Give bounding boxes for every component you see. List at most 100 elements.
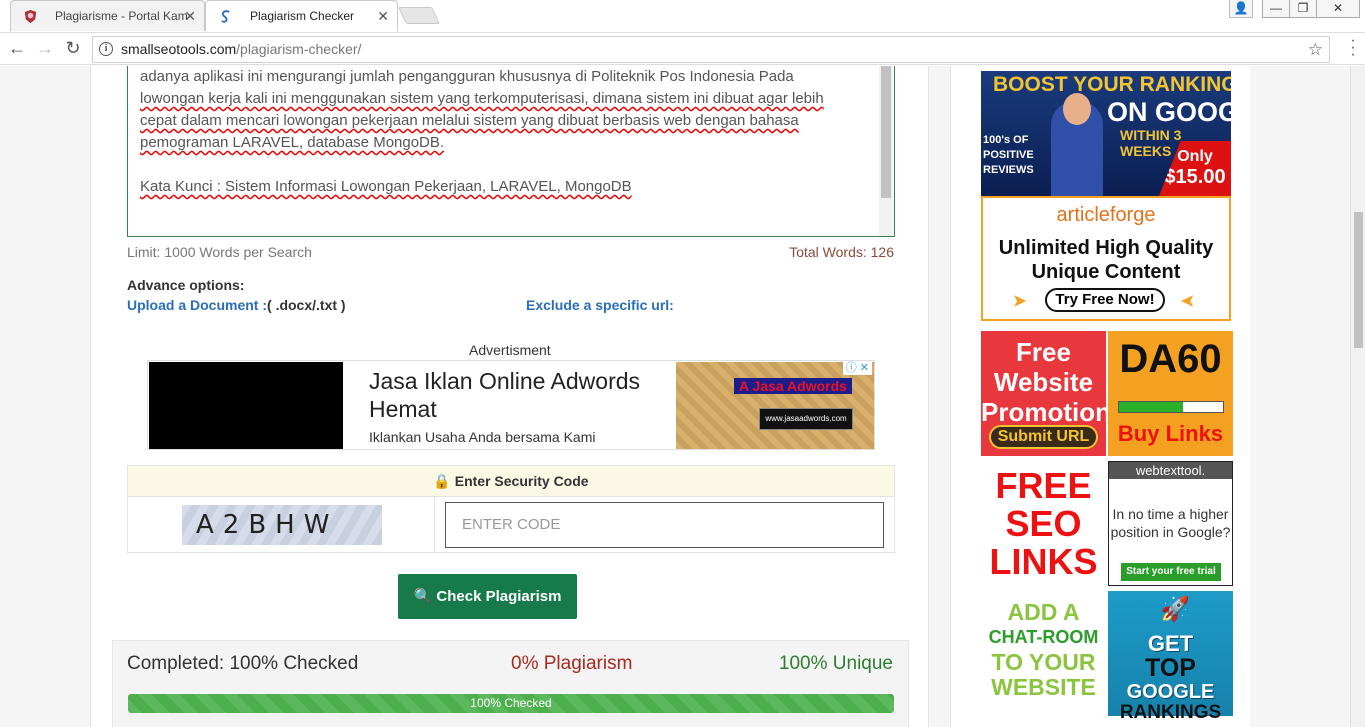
results-panel: Completed: 100% Checked 0% Plagiarism 10…: [112, 640, 909, 727]
tab-title: Plagiarisme - Portal Kam: [55, 9, 188, 23]
tab-strip: Plagiarisme - Portal Kam ✕ Plagiarism Ch…: [0, 0, 1365, 32]
total-words-label: Total Words: 126: [789, 244, 894, 260]
lock-icon: 🔒: [433, 473, 451, 489]
url-text: smallseotools.com/plagiarism-checker/: [121, 41, 362, 57]
ad-line: WEBSITE: [991, 674, 1096, 700]
shield-icon: [24, 9, 37, 24]
back-arrow-icon[interactable]: ←: [6, 37, 28, 59]
profile-icon[interactable]: 👤: [1229, 0, 1253, 18]
ad-banner[interactable]: Jasa Iklan Online Adwords Hemat Iklankan…: [147, 360, 875, 450]
man-head: [1063, 93, 1091, 125]
ad-heading: Unlimited High Quality Unique Content: [998, 237, 1214, 283]
ad-top-google-rankings[interactable]: 🚀 GET TOP GOOGLE RANKINGS: [1108, 591, 1233, 723]
smallseotools-logo-icon: [221, 10, 230, 23]
close-window-button[interactable]: ✕: [1316, 0, 1360, 18]
sidebar-ads: BOOST YOUR RANKING ON GOOGLE WITHIN 3 WE…: [950, 66, 1250, 727]
address-bar[interactable]: i smallseotools.com/plagiarism-checker/ …: [92, 36, 1330, 63]
ad-chat-room[interactable]: ADD A CHAT-ROOM TO YOUR WEBSITE: [981, 596, 1106, 721]
ad-boost-ranking[interactable]: BOOST YOUR RANKING ON GOOGLE WITHIN 3 WE…: [981, 71, 1231, 196]
forward-arrow-icon[interactable]: →: [34, 37, 56, 59]
try-free-button[interactable]: Try Free Now!: [1045, 288, 1165, 312]
upload-document-link[interactable]: Upload a Document :( .docx/.txt ): [127, 297, 346, 313]
security-code-input[interactable]: ENTER CODE: [445, 502, 884, 548]
advertisement-label: Advertisment: [469, 342, 551, 358]
ad-line: GET: [1147, 631, 1194, 656]
close-tab-icon[interactable]: ✕: [377, 1, 389, 31]
ad-line: 100's OF POSITIVE REVIEWS: [983, 134, 1034, 176]
text-line: adanya aplikasi ini mengurangi jumlah pe…: [140, 68, 794, 85]
browser-menu-icon[interactable]: · · ·: [1347, 33, 1359, 63]
search-icon: 🔍: [413, 588, 433, 605]
advance-options-label: Advance options:: [127, 277, 245, 293]
info-icon[interactable]: i: [99, 42, 113, 56]
reload-icon[interactable]: ↻: [62, 37, 84, 59]
plagiarism-percent: 0% Plagiarism: [511, 653, 633, 674]
main-content: adanya aplikasi ini mengurangi jumlah pe…: [90, 66, 929, 727]
buy-links-label: Buy Links: [1117, 421, 1224, 446]
page-viewport: adanya aplikasi ini mengurangi jumlah pe…: [0, 66, 1350, 727]
new-tab-button[interactable]: [398, 7, 440, 24]
progress-bar: 100% Checked: [128, 694, 894, 713]
articleforge-logo: articleforge: [1056, 204, 1156, 226]
ad-line: TO YOUR: [991, 649, 1096, 675]
textarea-scrollbar[interactable]: [879, 66, 893, 236]
minimize-button[interactable]: —: [1262, 0, 1290, 18]
page-scrollbar[interactable]: [1350, 66, 1365, 727]
text-line: pemograman LARAVEL, database MongoDB.: [140, 134, 445, 151]
ad-body: In no time a higher position in Google?: [1110, 506, 1231, 540]
unique-percent: 100% Unique: [778, 653, 893, 674]
rocket-icon: 🚀: [1160, 596, 1190, 623]
tab-plagiarisme-portal[interactable]: Plagiarisme - Portal Kam ✕: [10, 0, 205, 31]
ad-line: GOOGLE: [1126, 681, 1215, 703]
restore-button[interactable]: ❐: [1289, 0, 1317, 18]
start-trial-button[interactable]: Start your free trial: [1121, 563, 1221, 581]
ad-heading: FREE SEO LINKS: [989, 465, 1098, 582]
ad-free-seo-links[interactable]: FREE SEO LINKS: [981, 461, 1106, 586]
ad-webtexttool[interactable]: webtexttool. In no time a higher positio…: [1108, 461, 1233, 586]
text-input-area[interactable]: adanya aplikasi ini mengurangi jumlah pe…: [127, 66, 895, 237]
text-line: cepat dalam mencari lowongan pekerjaan m…: [140, 112, 799, 129]
submit-url-button[interactable]: Submit URL: [989, 425, 1098, 449]
tab-title: Plagiarism Checker: [250, 9, 355, 23]
text-line: lowongan kerja kali ini menggunakan sist…: [140, 90, 824, 107]
ad-line: ON GOOGLE: [1107, 97, 1231, 127]
webtexttool-brand: webtexttool.: [1109, 462, 1232, 479]
ad-logo: A Jasa Adwords: [734, 378, 852, 394]
security-heading: 🔒 Enter Security Code: [128, 466, 894, 497]
textarea-scroll-thumb[interactable]: [881, 66, 891, 198]
word-limit-label: Limit: 1000 Words per Search: [127, 244, 312, 260]
da-meter: [1118, 401, 1224, 413]
ad-articleforge[interactable]: articleforge Unlimited High Quality Uniq…: [981, 196, 1231, 321]
ad-image: A Jasa Adwords www.jasaadwords.com: [676, 362, 874, 449]
page-scroll-thumb[interactable]: [1354, 212, 1363, 348]
ad-free-website-promotion[interactable]: Free Website Promotion Submit URL: [981, 331, 1111, 456]
exclude-url-link[interactable]: Exclude a specific url:: [526, 297, 674, 313]
browser-toolbar: ← → ↻ i smallseotools.com/plagiarism-che…: [0, 32, 1365, 65]
check-plagiarism-button[interactable]: 🔍 Check Plagiarism: [398, 574, 577, 619]
security-code-panel: 🔒 Enter Security Code A2BHW ENTER CODE: [127, 465, 895, 553]
ad-line: ADD A: [1007, 599, 1080, 625]
divider: [434, 497, 435, 553]
arrow-left-icon: ➤: [1181, 293, 1195, 310]
adchoices-icon[interactable]: ⓘ ✕: [842, 362, 872, 375]
ad-line: TOP: [1145, 654, 1196, 682]
ad-image-dark: [149, 362, 343, 449]
tab-plagiarism-checker[interactable]: Plagiarism Checker ✕: [205, 0, 398, 31]
ad-line: CHAT-ROOM: [988, 627, 1099, 647]
ad-heading: Free Website Promotion: [981, 337, 1111, 427]
close-tab-icon[interactable]: ✕: [184, 1, 196, 31]
progress-fill: 100% Checked: [128, 694, 894, 713]
arrow-right-icon: ➤: [1013, 293, 1027, 310]
bookmark-star-icon[interactable]: ☆: [1308, 37, 1323, 62]
ad-title[interactable]: Jasa Iklan Online Adwords Hemat: [369, 367, 669, 423]
ad-url-badge: www.jasaadwords.com: [759, 408, 853, 430]
keywords-line: Kata Kunci : Sistem Informasi Lowongan P…: [140, 178, 632, 195]
ad-line: BOOST YOUR RANKING: [993, 73, 1231, 96]
ad-subtitle: Iklankan Usaha Anda bersama Kami: [369, 429, 596, 445]
ad-da60[interactable]: DA60 Buy Links: [1108, 331, 1233, 456]
completed-status: Completed: 100% Checked: [127, 653, 359, 674]
ad-heading: DA60: [1119, 337, 1222, 381]
upload-formats: ( .docx/.txt ): [267, 297, 346, 313]
ad-line: RANKINGS: [1119, 702, 1222, 723]
